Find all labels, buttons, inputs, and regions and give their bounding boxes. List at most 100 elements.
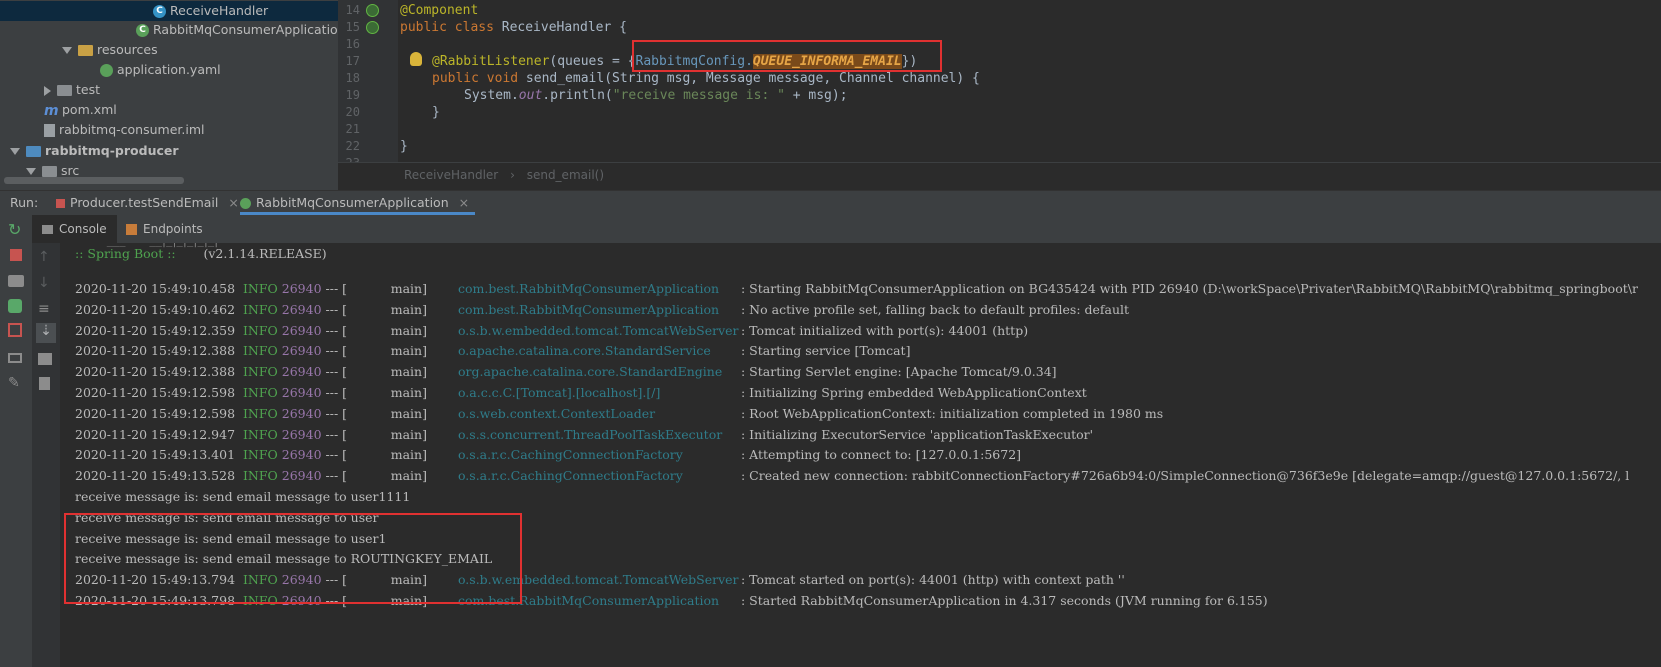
chevron-right-icon[interactable] [44,85,51,96]
log-line: 2020-11-20 15:49:10.458 INFO 26940 --- [… [75,278,1638,299]
spring-boot-banner: :: Spring Boot :: (v2.1.14.RELEASE) [75,246,327,261]
editor-gutter: 14 15 16 17 18 19 20 21 22 23 [338,0,398,162]
log-level: INFO [235,323,278,338]
log-separator: --- [ [321,385,348,400]
up-arrow-icon[interactable]: ↑ [38,249,54,265]
log-separator: --- [ [321,427,348,442]
log-message: : Initializing ExecutorService 'applicat… [741,427,1094,442]
tree-item-iml[interactable]: rabbitmq-consumer.iml [44,120,205,140]
log-pid: 26940 [277,364,322,379]
tree-item-application-yaml[interactable]: application.yaml [100,60,221,80]
tree-item-pom[interactable]: m pom.xml [44,100,117,120]
log-line: 2020-11-20 15:49:12.598 INFO 26940 --- [… [75,403,1163,424]
breadcrumb-method[interactable]: send_email() [527,168,604,182]
spring-boot-class-icon: C [136,24,149,37]
run-tab-producer[interactable]: Producer.testSendEmail × [56,191,239,215]
folder-icon [57,85,72,96]
trash-icon[interactable] [39,377,50,390]
close-icon[interactable]: × [459,195,469,210]
tree-horizontal-scrollbar[interactable] [4,177,184,184]
run-tab-consumer[interactable]: RabbitMqConsumerApplication × [240,191,476,215]
junit-icon [56,199,65,208]
rerun-icon[interactable]: ↻ [8,222,24,238]
log-thread: main] [347,302,427,317]
log-pid: 26940 [277,406,322,421]
breadcrumb-class[interactable]: ReceiveHandler [404,168,498,182]
log-timestamp: 2020-11-20 15:49:12.388 [75,343,236,358]
log-level: INFO [235,281,278,296]
log-timestamp: 2020-11-20 15:49:12.598 [75,385,236,400]
bean-icon[interactable] [366,4,379,17]
log-level: INFO [235,364,278,379]
log-timestamp: 2020-11-20 15:49:12.388 [75,364,236,379]
log-line: 2020-11-20 15:49:12.388 INFO 26940 --- [… [75,340,910,361]
chevron-down-icon[interactable] [62,47,72,54]
bean-icon[interactable] [366,21,379,34]
console-subtabs: Console Endpoints [32,215,1661,243]
soft-wrap-icon[interactable]: ≡ [38,301,54,317]
breadcrumb: ReceiveHandler › send_email() [338,162,1661,187]
line-number: 22 [345,139,360,153]
tree-item-resources[interactable]: resources [62,40,158,60]
tab-endpoints[interactable]: Endpoints [120,215,209,243]
yaml-file-icon [100,64,113,77]
tree-item-test[interactable]: test [44,80,100,100]
highlight-box-received [64,513,522,604]
log-pid: 26940 [277,302,322,317]
log-thread: main] [347,447,427,462]
code-line-22: } [400,139,408,154]
line-number: 16 [345,37,360,51]
log-message: : Starting service [Tomcat] [741,343,911,358]
tree-item-producer-module[interactable]: rabbitmq-producer [10,141,179,161]
run-toolbar: ↻ ✎ [0,215,33,667]
log-logger: com.best.RabbitMqConsumerApplication [458,302,720,317]
log-logger: o.s.a.r.c.CachingConnectionFactory [458,447,683,462]
pin-icon[interactable]: ✎ [8,375,24,391]
down-arrow-icon[interactable]: ↓ [38,275,54,291]
code-line-19: System.out.println("receive message is: … [464,88,848,103]
line-number: 18 [345,71,360,85]
run-toolwindow-header: Run: Producer.testSendEmail × RabbitMqCo… [0,190,1661,215]
line-number: 21 [345,122,360,136]
tab-console[interactable]: Console [32,215,117,243]
line-number: 19 [345,88,360,102]
endpoints-icon [126,224,137,235]
log-level: INFO [235,406,278,421]
chevron-down-icon[interactable] [10,148,20,155]
log-pid: 26940 [277,343,322,358]
log-level: INFO [235,302,278,317]
tree-item-receivehandler[interactable]: C ReceiveHandler [0,1,338,21]
log-message: : Created new connection: rabbitConnecti… [741,468,1630,483]
log-separator: --- [ [321,406,348,421]
log-pid: 26940 [277,323,322,338]
code-line-15: public class ReceiveHandler { [400,20,627,35]
chevron-down-icon[interactable] [26,168,36,175]
lightbulb-icon[interactable] [410,52,422,66]
exit-icon[interactable] [8,323,22,337]
module-folder-icon [26,146,41,157]
log-line: 2020-11-20 15:49:12.598 INFO 26940 --- [… [75,382,1087,403]
log-message: : No active profile set, falling back to… [741,302,1130,317]
debug-icon[interactable] [8,299,22,313]
close-icon[interactable]: × [228,195,238,210]
log-message: : Started RabbitMqConsumerApplication in… [741,593,1268,608]
camera-icon[interactable] [8,275,24,287]
project-tree: C ReceiveHandler C RabbitMqConsumerApplica… [0,0,338,190]
line-number: 14 [345,3,360,17]
line-number: 23 [338,155,360,162]
log-line: 2020-11-20 15:49:12.388 INFO 26940 --- [… [75,361,1057,382]
resources-folder-icon [78,45,93,56]
log-message: : Initializing Spring embedded WebApplic… [741,385,1087,400]
line-number: 15 [345,20,360,34]
log-separator: --- [ [321,468,348,483]
tree-item-consumer-application[interactable]: C RabbitMqConsumerApplication [136,20,338,40]
log-timestamp: 2020-11-20 15:49:12.598 [75,406,236,421]
print-icon[interactable] [38,353,52,365]
layout-icon[interactable] [8,353,22,363]
stop-icon[interactable] [10,249,22,261]
log-message: : Attempting to connect to: [127.0.0.1:5… [741,447,1022,462]
scroll-to-end-icon[interactable]: ⇣ [36,323,56,343]
log-line: 2020-11-20 15:49:10.462 INFO 26940 --- [… [75,299,1129,320]
log-message: : Tomcat started on port(s): 44001 (http… [741,572,1125,587]
console-toolbar: ↑ ↓ ≡ ⇣ [32,243,61,667]
